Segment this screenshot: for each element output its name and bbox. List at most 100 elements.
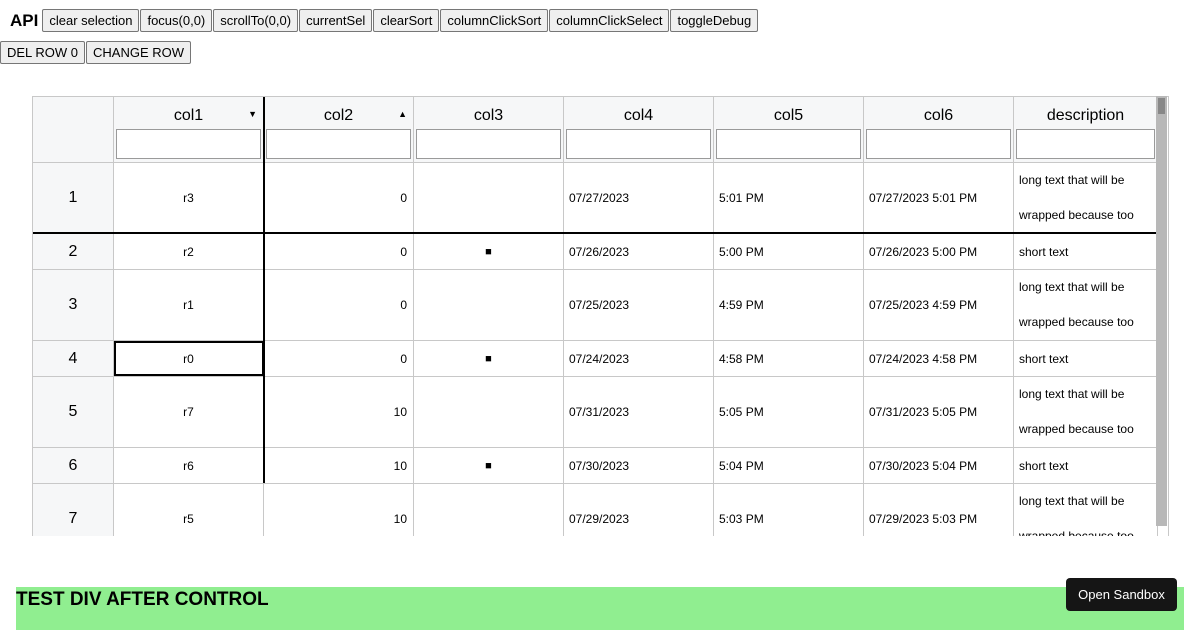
cell-col3[interactable]: ■ <box>414 234 564 269</box>
cell-col5[interactable]: 4:59 PM <box>714 270 864 340</box>
del-row-button[interactable]: DEL ROW 0 <box>0 41 86 64</box>
cell-col5[interactable]: 5:03 PM <box>714 484 864 536</box>
cell-col6[interactable]: 07/31/2023 5:05 PM <box>864 377 1014 447</box>
toggle-debug-button[interactable]: toggleDebug <box>670 9 759 32</box>
change-row-button[interactable]: CHANGE ROW <box>86 41 192 64</box>
clear-selection-button[interactable]: clear selection <box>42 9 140 32</box>
open-sandbox-button[interactable]: Open Sandbox <box>1066 578 1177 611</box>
cell-col1[interactable]: r5 <box>114 484 264 536</box>
cell-col1[interactable]: r1 <box>114 270 264 340</box>
cell-col6[interactable]: 07/30/2023 5:04 PM <box>864 448 1014 483</box>
cell-col6[interactable]: 07/29/2023 5:03 PM <box>864 484 1014 536</box>
cell-col5[interactable]: 5:04 PM <box>714 448 864 483</box>
filter-input-col3[interactable] <box>416 129 561 159</box>
cell-col1[interactable]: r0 <box>114 341 264 376</box>
column-click-sort-button[interactable]: columnClickSort <box>440 9 549 32</box>
data-grid[interactable]: col1 ▼ col2 ▲ col3 col4 col5 col6 descri… <box>32 96 1169 536</box>
cell-col3[interactable]: ■ <box>414 341 564 376</box>
cell-description[interactable]: short text <box>1014 341 1158 376</box>
cell-col1[interactable]: r2 <box>114 234 264 269</box>
cell-col2[interactable]: 10 <box>264 448 414 483</box>
cell-col1[interactable]: r3 <box>114 163 264 232</box>
cell-col3[interactable] <box>414 377 564 447</box>
table-row[interactable]: 4 r0 0 ■ 07/24/2023 4:58 PM 07/24/2023 4:58 PM… <box>33 341 1158 377</box>
filter-input-col1[interactable] <box>116 129 261 159</box>
column-header-col2[interactable]: col2 ▲ <box>264 97 414 162</box>
cell-col2[interactable]: 0 <box>264 163 414 232</box>
cell-col6[interactable]: 07/27/2023 5:01 PM <box>864 163 1014 232</box>
table-row[interactable]: 2 r2 0 ■ 07/26/2023 5:00 PM 07/26/2023 5:00 PM… <box>33 234 1158 270</box>
clear-sort-button[interactable]: clearSort <box>373 9 440 32</box>
cell-col4[interactable]: 07/30/2023 <box>564 448 714 483</box>
cell-col2[interactable]: 0 <box>264 341 414 376</box>
row-number-cell[interactable]: 5 <box>33 377 114 447</box>
cell-col1[interactable]: r7 <box>114 377 264 447</box>
table-row[interactable]: 1 r3 0 07/27/2023 5:01 PM 07/27/2023 5:01 PM l… <box>33 163 1158 234</box>
cell-col5[interactable]: 5:05 PM <box>714 377 864 447</box>
table-row[interactable]: 5 r7 10 07/31/2023 5:05 PM 07/31/2023 5:05 PM… <box>33 377 1158 448</box>
sort-ascending-icon: ▲ <box>398 109 407 119</box>
cell-col5[interactable]: 5:01 PM <box>714 163 864 232</box>
filter-input-col4[interactable] <box>566 129 711 159</box>
cell-col2[interactable]: 0 <box>264 234 414 269</box>
cell-col3[interactable]: ■ <box>414 448 564 483</box>
cell-col3[interactable] <box>414 270 564 340</box>
cell-col6[interactable]: 07/26/2023 5:00 PM <box>864 234 1014 269</box>
cell-col4[interactable]: 07/31/2023 <box>564 377 714 447</box>
table-row[interactable]: 3 r1 0 07/25/2023 4:59 PM 07/25/2023 4:59 PM l… <box>33 270 1158 341</box>
column-header-col6[interactable]: col6 <box>864 97 1014 162</box>
row-number-cell[interactable]: 6 <box>33 448 114 483</box>
filter-input-col5[interactable] <box>716 129 861 159</box>
vertical-scrollbar[interactable] <box>1156 96 1167 526</box>
filter-input-col6[interactable] <box>866 129 1011 159</box>
table-row[interactable]: 7 r5 10 07/29/2023 5:03 PM 07/29/2023 5:03 PM… <box>33 484 1158 536</box>
cell-col4[interactable]: 07/27/2023 <box>564 163 714 232</box>
cell-col3[interactable] <box>414 484 564 536</box>
column-header-col5[interactable]: col5 <box>714 97 864 162</box>
column-title: col1 <box>173 107 204 124</box>
cell-col4[interactable]: 07/29/2023 <box>564 484 714 536</box>
cell-col6[interactable]: 07/24/2023 4:58 PM <box>864 341 1014 376</box>
cell-col5[interactable]: 5:00 PM <box>714 234 864 269</box>
cell-description[interactable]: long text that will be wrapped because t… <box>1014 163 1158 232</box>
cell-col5[interactable]: 4:58 PM <box>714 341 864 376</box>
scroll-to-button[interactable]: scrollTo(0,0) <box>213 9 299 32</box>
cell-description[interactable]: long text that will be wrapped because t… <box>1014 484 1158 536</box>
column-header-col3[interactable]: col3 <box>414 97 564 162</box>
scrollbar-thumb[interactable] <box>1158 98 1165 114</box>
row-number-header[interactable] <box>33 97 114 162</box>
cell-col2[interactable]: 10 <box>264 377 414 447</box>
column-title: col3 <box>473 107 504 124</box>
current-sel-button[interactable]: currentSel <box>299 9 373 32</box>
cell-description[interactable]: short text <box>1014 234 1158 269</box>
row-number-cell[interactable]: 7 <box>33 484 114 536</box>
filter-input-description[interactable] <box>1016 129 1155 159</box>
row-number-cell[interactable]: 3 <box>33 270 114 340</box>
cell-col6[interactable]: 07/25/2023 4:59 PM <box>864 270 1014 340</box>
cell-col4[interactable]: 07/24/2023 <box>564 341 714 376</box>
selection-border-line <box>263 97 265 483</box>
row-number-cell[interactable]: 1 <box>33 163 114 232</box>
column-header-description[interactable]: description <box>1014 97 1158 162</box>
test-div-text: TEST DIV AFTER CONTROL <box>16 589 269 610</box>
test-div: TEST DIV AFTER CONTROL <box>16 587 1184 630</box>
filter-input-col2[interactable] <box>266 129 411 159</box>
column-header-col4[interactable]: col4 <box>564 97 714 162</box>
cell-col2[interactable]: 10 <box>264 484 414 536</box>
cell-col4[interactable]: 07/26/2023 <box>564 234 714 269</box>
column-title: col4 <box>623 107 654 124</box>
cell-col1[interactable]: r6 <box>114 448 264 483</box>
column-click-select-button[interactable]: columnClickSelect <box>549 9 670 32</box>
row-number-cell[interactable]: 2 <box>33 234 114 269</box>
cell-description[interactable]: long text that will be wrapped because t… <box>1014 270 1158 340</box>
cell-col2[interactable]: 0 <box>264 270 414 340</box>
focus-button[interactable]: focus(0,0) <box>140 9 213 32</box>
column-header-col1[interactable]: col1 ▼ <box>114 97 264 162</box>
table-row[interactable]: 6 r6 10 ■ 07/30/2023 5:04 PM 07/30/2023 5:04 P… <box>33 448 1158 484</box>
row-number-cell[interactable]: 4 <box>33 341 114 376</box>
api-label: API <box>10 10 39 30</box>
cell-col4[interactable]: 07/25/2023 <box>564 270 714 340</box>
cell-col3[interactable] <box>414 163 564 232</box>
cell-description[interactable]: short text <box>1014 448 1158 483</box>
cell-description[interactable]: long text that will be wrapped because t… <box>1014 377 1158 447</box>
